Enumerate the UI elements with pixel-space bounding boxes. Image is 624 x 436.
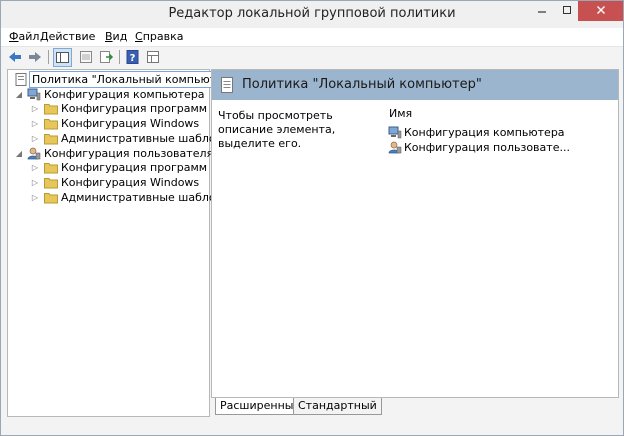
toolbar-separator [119,50,120,64]
expanded-chevron-icon: ◢ [15,90,23,99]
folder-icon [44,119,58,130]
collapsed-chevron-icon: ▷ [31,163,39,172]
menu-action[interactable]: Действие [40,30,95,43]
minimize-icon [538,11,546,13]
status-bar [1,418,623,435]
back-button[interactable] [6,48,24,66]
menu-view[interactable]: Вид [105,30,127,43]
column-header-name[interactable]: Имя [383,100,618,120]
tree-item-label: Конфигурация пользователя [44,147,214,160]
forward-button[interactable] [26,48,44,66]
document-list-icon [80,51,92,63]
folder-icon [44,134,58,145]
title-bar[interactable]: Редактор локальной групповой политики [1,1,623,28]
list-item-label: Конфигурация компьютера [404,126,565,139]
tree-item-label: Конфигурация программ [61,102,208,115]
collapsed-chevron-icon: ▷ [31,134,39,143]
folder-icon [44,193,58,204]
details-header: Политика "Локальный компьютер" [212,70,618,100]
help-button[interactable]: ? [124,48,142,66]
show-tree-button[interactable] [53,48,72,67]
grid-view-icon [147,51,159,63]
column-header-label: Имя [389,107,413,120]
properties-button[interactable] [77,48,95,66]
folder-icon [44,104,58,115]
tree-root-label: Политика "Локальный компьютер" [29,71,238,88]
view-button[interactable] [144,48,162,66]
tree-pane[interactable]: Политика "Локальный компьютер" ◢ Конфигу… [7,69,238,417]
policy-document-icon [15,73,27,86]
toolbar: ? [1,47,623,67]
tree-item-label: Конфигурация Windows [61,176,200,189]
tree-item-label: Административные шаблоны [61,191,232,204]
main-window: Редактор локальной групповой политики Фа… [0,0,624,436]
folder-icon [44,178,58,189]
maximize-icon [563,6,571,14]
menu-bar: Файл Действие Вид Справка [1,28,623,47]
collapsed-chevron-icon: ▷ [31,119,39,128]
description-text: Чтобы просмотреть описание элемента, выд… [218,109,336,150]
tree-item-label: Конфигурация Windows [61,117,200,130]
computer-icon [27,88,41,101]
toolbar-separator [48,50,49,64]
collapsed-chevron-icon: ▷ [31,193,39,202]
collapsed-chevron-icon: ▷ [31,178,39,187]
maximize-button[interactable] [554,1,580,21]
details-header-title: Политика "Локальный компьютер" [242,77,482,92]
forward-arrow-icon [29,52,41,62]
folder-icon [44,163,58,174]
tree-item-label: Конфигурация программ [61,161,208,174]
user-icon [27,147,41,160]
menu-help[interactable]: Справка [135,30,183,43]
policy-document-icon [221,77,233,93]
tab-standard[interactable]: Стандартный [293,398,382,415]
computer-icon [388,126,402,139]
export-list-button[interactable] [97,48,115,66]
help-icon: ? [126,50,139,64]
svg-text:?: ? [130,53,136,64]
user-icon [388,141,402,154]
export-icon [100,51,114,63]
view-tabs: Расширенный Стандартный [211,397,619,416]
collapsed-chevron-icon: ▷ [31,104,39,113]
tree-item-label: Административные шаблоны [61,132,232,145]
details-pane: Политика "Локальный компьютер" Чтобы про… [211,69,619,398]
back-arrow-icon [9,52,21,62]
close-button[interactable] [578,1,623,21]
close-icon [596,6,605,14]
tree-pane-icon [56,52,69,63]
minimize-button[interactable] [529,1,555,21]
menu-file[interactable]: Файл [9,30,39,43]
expanded-chevron-icon: ◢ [15,149,23,158]
tree-item-label: Конфигурация компьютера [44,88,205,101]
list-item-label: Конфигурация пользовате... [404,141,570,154]
